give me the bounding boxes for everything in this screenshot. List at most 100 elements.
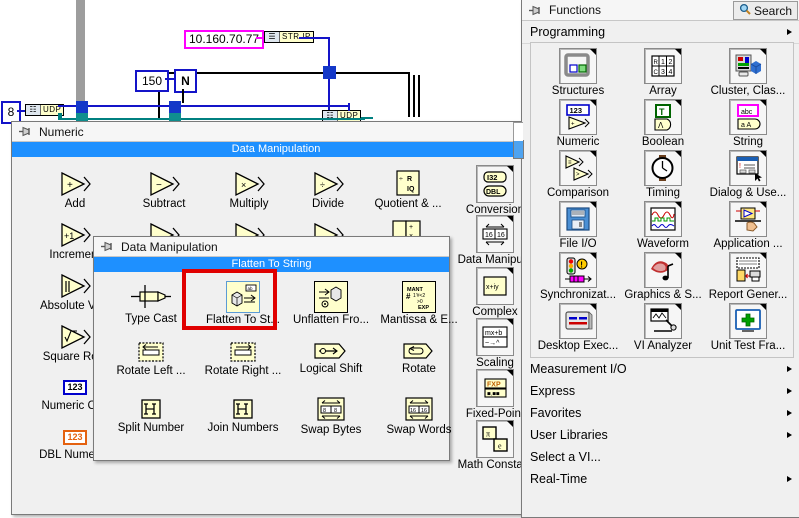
functions-palette-window[interactable]: Functions Search Programming Structures …	[521, 0, 799, 518]
count-constant[interactable]: 150	[135, 70, 169, 92]
dm-item-unflatten-from-string[interactable]: Unflatten Fro...	[287, 281, 375, 327]
submenu-arrow-icon	[675, 151, 681, 157]
error-wire-stub	[58, 113, 62, 119]
n-terminal-wire	[182, 89, 184, 103]
search-button[interactable]: Search	[732, 1, 798, 20]
data-manipulation-titlebar[interactable]: Data Manipulation	[94, 237, 449, 257]
palette-item-divide[interactable]: ÷ Divide	[295, 171, 361, 211]
item-label: Waveform	[637, 238, 689, 250]
ip-wire-horizontal	[299, 37, 330, 39]
svg-text:DBL: DBL	[486, 189, 501, 196]
palette-item-subtract[interactable]: − Subtract	[124, 171, 204, 211]
dm-item-join-numbers[interactable]: Join Numbers	[199, 397, 287, 435]
multiply-icon: ×	[232, 171, 266, 197]
string-wire	[256, 37, 264, 39]
fn-item-structures[interactable]: Structures	[539, 48, 617, 98]
numeric-constant-value: 123	[63, 379, 87, 395]
fn-item-boolean[interactable]: T Λ Boolean	[624, 99, 702, 149]
pushpin-icon[interactable]	[100, 241, 115, 252]
submenu-arrow-icon	[590, 49, 596, 55]
fn-row-express[interactable]: Express	[522, 380, 799, 402]
item-label: Comparison	[547, 187, 609, 199]
loop-tunnel-ip[interactable]	[323, 66, 336, 79]
item-label: Synchronizat...	[539, 289, 617, 301]
svg-text:1: 1	[661, 59, 665, 66]
dm-item-mantissa-exponent[interactable]: MANT # 1′#<2 >0 EXP Mantissa & E...	[375, 281, 463, 327]
fn-item-timing[interactable]: Timing	[624, 150, 702, 200]
dm-item-rotate-left-with-carry[interactable]: Rotate Left ...	[106, 340, 196, 378]
chevron-right-icon	[787, 432, 792, 438]
item-label: Type Cast	[125, 313, 177, 325]
report-generation-icon	[729, 252, 767, 288]
fn-row-select-a-vi[interactable]: Select a VI...	[522, 446, 799, 468]
item-label: Subtract	[142, 198, 186, 210]
data-manipulation-palette-window[interactable]: Data Manipulation Flatten To String Type…	[93, 236, 458, 461]
fn-item-comparison[interactable]: ≡ > Comparison	[539, 150, 617, 200]
palette-docking-tab[interactable]	[513, 140, 524, 159]
item-label: Timing	[645, 187, 681, 199]
fn-item-string[interactable]: abc a A String	[709, 99, 787, 149]
fn-item-desktop-execution-trace[interactable]: Desktop Exec...	[538, 303, 618, 353]
add-icon: +	[58, 171, 92, 197]
palette-item-quotient-remainder[interactable]: ÷ R IQ Quotient & ...	[361, 169, 455, 211]
row-label: Express	[530, 384, 576, 398]
dm-item-swap-bytes[interactable]: 8 8 Swap Bytes	[287, 395, 375, 437]
fn-item-file-io[interactable]: File I/O	[539, 201, 617, 251]
functions-palette-titlebar[interactable]: Functions Search	[522, 0, 799, 21]
palette-item-add[interactable]: + Add	[40, 171, 110, 211]
loop-tunnel-1[interactable]	[76, 101, 88, 113]
submenu-arrow-icon	[760, 304, 766, 310]
fn-item-report-generation[interactable]: Report Gener...	[709, 252, 787, 302]
ip-address-constant[interactable]: 10.160.70.77	[184, 30, 265, 49]
fn-item-waveform[interactable]: Waveform	[624, 201, 702, 251]
svg-text:EXP: EXP	[418, 305, 429, 310]
dm-item-logical-shift[interactable]: Logical Shift	[287, 340, 375, 376]
fn-item-dialog-user-interface[interactable]: ! Dialog & Use...	[709, 150, 787, 200]
numeric-icon: 123 +	[559, 99, 597, 135]
submenu-arrow-icon	[590, 253, 596, 259]
pushpin-icon[interactable]	[528, 5, 543, 16]
fn-item-application-control[interactable]: Application ...	[709, 201, 787, 251]
fn-item-synchronization[interactable]: ! Synchronizat...	[539, 252, 617, 302]
dm-item-rotate-right-with-carry[interactable]: Rotate Right ...	[199, 340, 287, 378]
structure-left-edge	[76, 0, 85, 103]
dm-item-split-number[interactable]: Split Number	[106, 397, 196, 435]
waveform-icon	[644, 201, 682, 237]
numeric-category-bar: Data Manipulation	[12, 142, 540, 157]
submenu-arrow-icon	[760, 100, 766, 106]
fn-item-cluster-class-variant[interactable]: Cluster, Clas...	[709, 48, 787, 98]
fn-row-real-time[interactable]: Real-Time	[522, 468, 799, 490]
svg-text:8: 8	[334, 408, 337, 414]
dm-item-rotate[interactable]: Rotate	[375, 340, 463, 376]
fn-row-user-libraries[interactable]: User Libraries	[522, 424, 799, 446]
svg-text:16: 16	[410, 408, 416, 414]
comparison-icon: ≡ >	[559, 150, 597, 186]
fn-item-graphics-sound[interactable]: Graphics & S...	[624, 252, 702, 302]
fn-item-unit-test-framework[interactable]: Unit Test Fra...	[709, 303, 787, 353]
dm-item-swap-words[interactable]: 16 16 Swap Words	[375, 395, 463, 437]
dm-item-flatten-to-string[interactable]: ab Flatten To St...	[199, 281, 287, 327]
fn-item-vi-analyzer[interactable]: VI Analyzer	[624, 303, 702, 353]
chevron-right-icon	[787, 388, 792, 394]
udp-open-glyph: ☷	[26, 105, 41, 115]
fn-item-array[interactable]: R C 1 2 3 4 Array	[624, 48, 702, 98]
fn-row-measurement-io[interactable]: Measurement I/O	[522, 358, 799, 380]
quotient-remainder-icon: ÷ R IQ	[393, 169, 423, 197]
item-label: Unflatten Fro...	[292, 314, 370, 326]
item-label: Multiply	[229, 198, 269, 210]
dm-item-type-cast[interactable]: Type Cast	[106, 282, 196, 326]
palette-item-multiply[interactable]: × Multiply	[211, 171, 287, 211]
desktop-execution-trace-icon	[559, 303, 597, 339]
unflatten-from-string-icon	[314, 281, 348, 313]
dialog-user-interface-icon: !	[729, 150, 767, 186]
fn-row-favorites[interactable]: Favorites	[522, 402, 799, 424]
svg-text:Λ: Λ	[658, 121, 664, 130]
breadcrumb-programming[interactable]: Programming	[522, 21, 799, 44]
loop-count-terminal[interactable]: N	[174, 69, 197, 93]
loop-tunnel-2[interactable]	[169, 101, 181, 113]
numeric-palette-titlebar[interactable]: Numeric	[12, 122, 540, 142]
numeric-constant-icon: 123	[63, 375, 87, 399]
pushpin-icon[interactable]	[18, 126, 33, 137]
submenu-arrow-icon	[507, 216, 513, 222]
fn-item-numeric[interactable]: 123 + Numeric	[539, 99, 617, 149]
